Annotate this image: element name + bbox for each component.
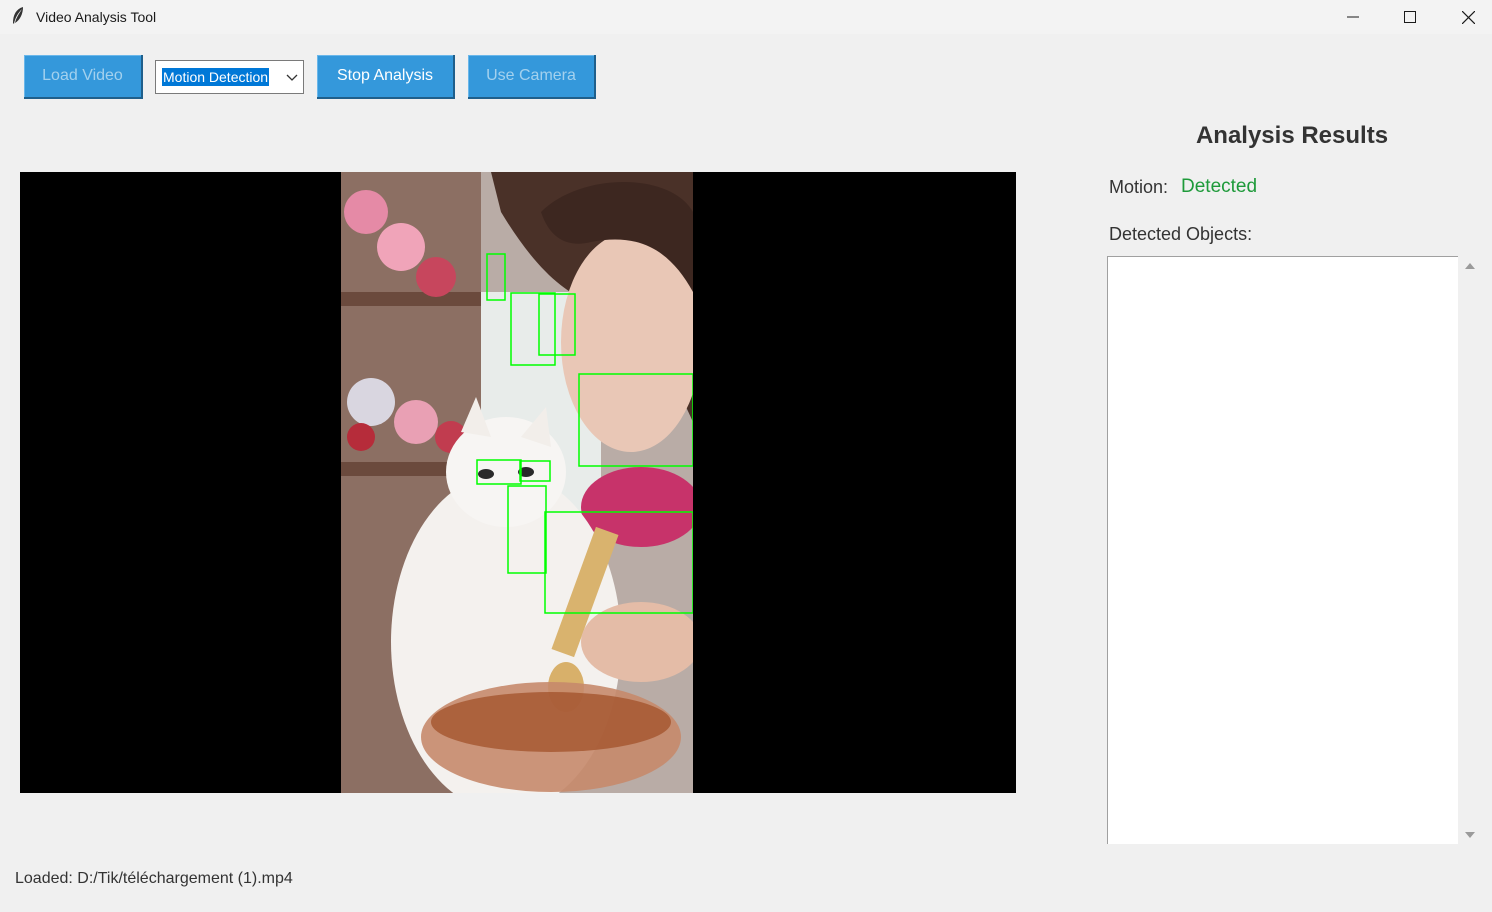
- detected-objects-list[interactable]: [1107, 256, 1458, 844]
- window-title: Video Analysis Tool: [36, 9, 157, 25]
- app-window: Video Analysis Tool Load Video Motion De…: [0, 0, 1492, 912]
- maximize-icon: [1404, 11, 1416, 23]
- stop-analysis-button[interactable]: Stop Analysis: [317, 55, 455, 99]
- maximize-button[interactable]: [1381, 0, 1439, 34]
- minimize-icon: [1347, 16, 1359, 18]
- use-camera-button[interactable]: Use Camera: [468, 55, 596, 99]
- scroll-down-arrow-icon[interactable]: [1464, 830, 1476, 840]
- minimize-button[interactable]: [1324, 0, 1382, 34]
- mode-select-value: Motion Detection: [162, 68, 270, 86]
- objects-scrollbar[interactable]: [1458, 256, 1482, 844]
- load-video-button[interactable]: Load Video: [24, 55, 143, 99]
- feather-icon: [13, 7, 23, 24]
- scroll-up-arrow-icon[interactable]: [1464, 261, 1476, 271]
- status-bar: Loaded: D:/Tik/téléchargement (1).mp4: [15, 870, 293, 887]
- video-frame-image: [341, 172, 693, 793]
- title-bar: Video Analysis Tool: [0, 0, 1492, 34]
- motion-status: Detected: [1181, 176, 1258, 197]
- mode-select[interactable]: Motion Detection: [155, 60, 304, 94]
- motion-label: Motion:: [1109, 177, 1169, 197]
- analysis-results-title: Analysis Results: [1195, 122, 1389, 149]
- chevron-down-icon[interactable]: [285, 70, 299, 84]
- video-display: [20, 172, 1016, 793]
- close-icon: [1461, 10, 1475, 24]
- video-frame: [341, 172, 693, 793]
- close-button[interactable]: [1439, 0, 1492, 34]
- detected-objects-label: Detected Objects:: [1109, 224, 1253, 244]
